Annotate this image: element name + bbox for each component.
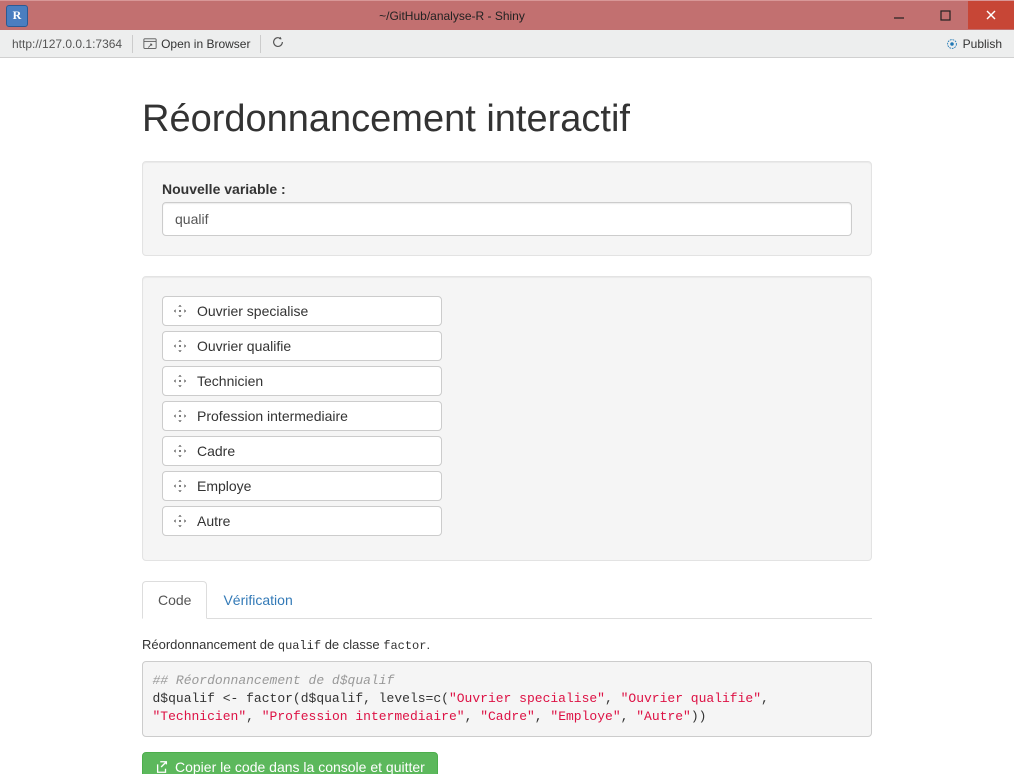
maximize-button[interactable] [922, 1, 968, 29]
toolbar: http://127.0.0.1:7364 Open in Browser Pu… [0, 30, 1014, 58]
sortable-item[interactable]: Profession intermediaire [162, 401, 442, 431]
desc-mid: de classe [321, 637, 383, 652]
url-display: http://127.0.0.1:7364 [6, 35, 133, 53]
reload-button[interactable] [267, 33, 289, 54]
sortable-item[interactable]: Ouvrier specialise [162, 296, 442, 326]
move-icon [173, 444, 187, 458]
copy-quit-label: Copier le code dans la console et quitte… [175, 759, 425, 774]
move-icon [173, 374, 187, 388]
tab-code-label: Code [142, 581, 207, 619]
sortable-item-label: Ouvrier qualifie [197, 338, 291, 354]
tab-verification[interactable]: Vérification [207, 581, 308, 619]
move-icon [173, 479, 187, 493]
sortable-item[interactable]: Cadre [162, 436, 442, 466]
tab-verification-label: Vérification [207, 581, 308, 619]
container: Réordonnancement interactif Nouvelle var… [127, 58, 887, 774]
desc-class: factor [383, 639, 426, 653]
move-icon [173, 514, 187, 528]
copy-quit-button[interactable]: Copier le code dans la console et quitte… [142, 752, 438, 774]
open-in-browser-button[interactable]: Open in Browser [139, 35, 261, 53]
app-icon: R [6, 5, 28, 27]
close-button[interactable] [968, 1, 1014, 29]
levels-well: Ouvrier specialise Ouvrier qualifie Techni… [142, 276, 872, 561]
minimize-button[interactable] [876, 1, 922, 29]
window-controls [876, 1, 1014, 30]
variable-input[interactable] [162, 202, 852, 236]
sortable-item[interactable]: Ouvrier qualifie [162, 331, 442, 361]
variable-well: Nouvelle variable : [142, 161, 872, 256]
window-titlebar: R ~/GitHub/analyse-R - Shiny [0, 0, 1014, 30]
publish-button[interactable]: Publish [939, 35, 1008, 53]
desc-suffix: . [426, 637, 430, 652]
description-line: Réordonnancement de qualif de classe fac… [142, 637, 872, 653]
code-preview[interactable]: ## Réordonnancement de d$qualif d$qualif… [142, 661, 872, 737]
move-icon [173, 304, 187, 318]
variable-label: Nouvelle variable : [162, 181, 852, 197]
tab-content: Réordonnancement de qualif de classe fac… [142, 619, 872, 774]
tab-code[interactable]: Code [142, 581, 207, 619]
move-icon [173, 409, 187, 423]
close-icon [985, 9, 997, 21]
minimize-icon [893, 9, 905, 21]
tabs: Code Vérification [142, 581, 872, 619]
sortable-item-label: Employe [197, 478, 251, 494]
sortable-item-label: Cadre [197, 443, 235, 459]
sortable-item-label: Technicien [197, 373, 263, 389]
browser-icon [143, 37, 157, 51]
move-icon [173, 339, 187, 353]
maximize-icon [940, 10, 951, 21]
share-icon [155, 760, 169, 774]
desc-var: qualif [278, 639, 321, 653]
page-title: Réordonnancement interactif [142, 98, 872, 141]
window-title: ~/GitHub/analyse-R - Shiny [28, 9, 876, 23]
sortable-list: Ouvrier specialise Ouvrier qualifie Techni… [162, 296, 852, 536]
reload-icon [271, 35, 285, 49]
publish-icon [945, 37, 959, 51]
sortable-item-label: Ouvrier specialise [197, 303, 308, 319]
content-viewport[interactable]: Réordonnancement interactif Nouvelle var… [0, 58, 1014, 774]
open-in-browser-label: Open in Browser [161, 37, 250, 51]
publish-label: Publish [963, 37, 1002, 51]
sortable-item[interactable]: Technicien [162, 366, 442, 396]
sortable-item[interactable]: Autre [162, 506, 442, 536]
sortable-item-label: Autre [197, 513, 230, 529]
desc-prefix: Réordonnancement de [142, 637, 278, 652]
sortable-item[interactable]: Employe [162, 471, 442, 501]
sortable-item-label: Profession intermediaire [197, 408, 348, 424]
